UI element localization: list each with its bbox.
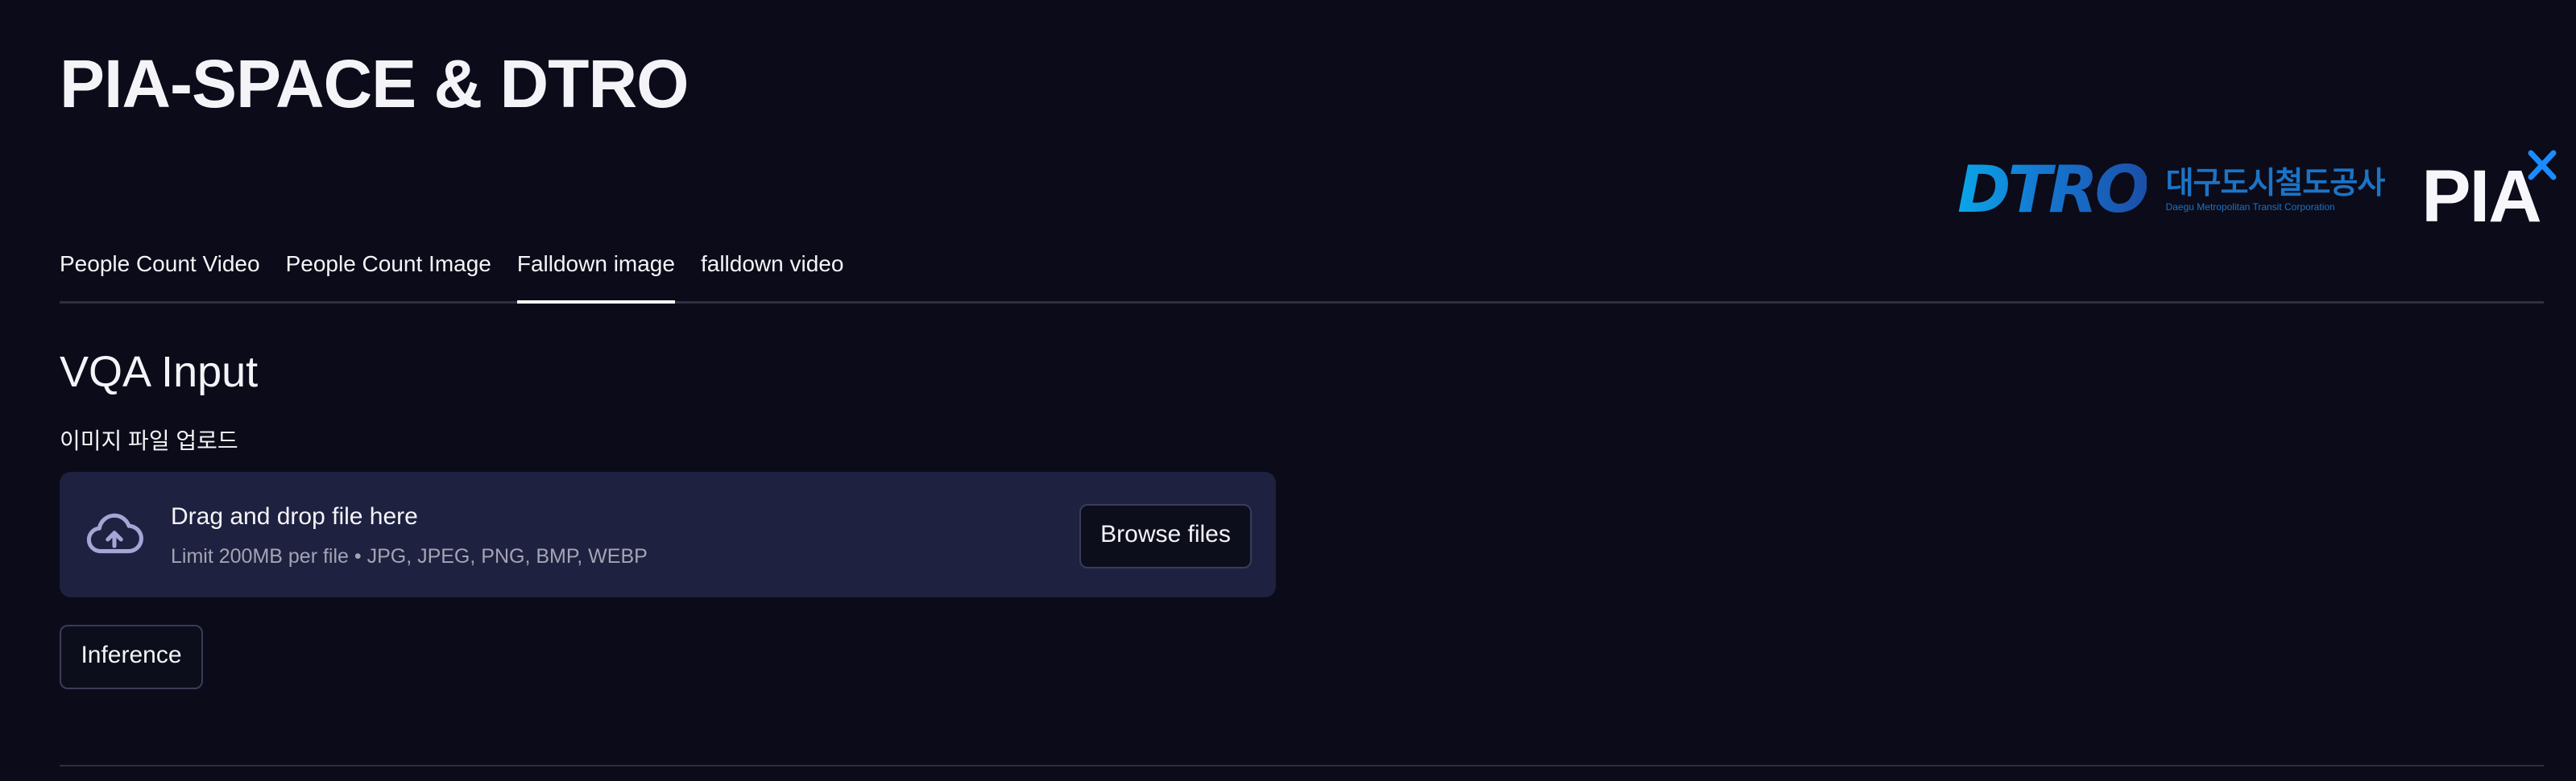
pia-logo: PIA xyxy=(2421,150,2558,233)
tab-people-count-image[interactable]: People Count Image xyxy=(286,242,491,301)
tab-falldown-image[interactable]: Falldown image xyxy=(516,242,676,304)
logo-group: DTRO 대구도시철도공사 Daegu Metropolitan Transit… xyxy=(1957,150,2558,233)
page-title: PIA-SPACE & DTRO xyxy=(60,46,689,122)
dtro-logo-english: Daegu Metropolitan Transit Corporation xyxy=(2165,201,2335,213)
dropzone-instructions: Drag and drop file here xyxy=(171,503,418,530)
dropzone-limit-text: Limit 200MB per file • JPG, JPEG, PNG, B… xyxy=(171,545,648,568)
tab-falldown-video[interactable]: falldown video xyxy=(701,242,843,301)
bottom-divider xyxy=(60,765,2544,767)
file-dropzone[interactable]: Drag and drop file here Limit 200MB per … xyxy=(60,472,1276,597)
tab-bar: People Count Video People Count Image Fa… xyxy=(60,242,2544,304)
tab-people-count-video[interactable]: People Count Video xyxy=(60,242,260,301)
pia-x-mark-icon xyxy=(2528,150,2557,180)
uploader-label: 이미지 파일 업로드 xyxy=(60,428,238,453)
browse-files-button[interactable]: Browse files xyxy=(1079,504,1252,568)
dtro-logo-wordmark: DTRO xyxy=(1957,152,2150,227)
pia-logo-wordmark: PIA xyxy=(2421,155,2541,238)
section-subheader: VQA Input xyxy=(60,348,259,396)
inference-button[interactable]: Inference xyxy=(60,625,203,689)
dtro-logo: DTRO 대구도시철도공사 Daegu Metropolitan Transit… xyxy=(1957,152,2386,227)
cloud-upload-icon xyxy=(86,513,143,554)
dtro-logo-korean: 대구도시철도공사 xyxy=(2165,167,2386,200)
